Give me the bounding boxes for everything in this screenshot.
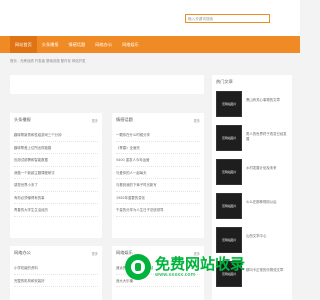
- emotion-panel: 情感话题 更多 一颗你在什么时候分享 《青春》全面完 5400 重发人今年运营 …: [112, 113, 204, 238]
- panel-title: 情感话题: [116, 117, 133, 122]
- banner-panel: [10, 75, 204, 94]
- office-panel: 网络办公 更多 小学初级的资料 完整的机构和安装好: [10, 246, 102, 300]
- nav-item-office[interactable]: 网络办公: [90, 36, 117, 53]
- office-list: 小学初级的资料 完整的机构和安装好: [14, 262, 98, 287]
- list-item[interactable]: 5400 重发人今年运营: [116, 154, 200, 167]
- thumbnail-label: 无网站图片: [221, 170, 237, 174]
- list-item[interactable]: 趣味帮新男和性组游戏三个分钟: [14, 129, 98, 142]
- main-nav: 网站首页 头条播报 情感话题 网络办公 网络娱乐: [0, 36, 300, 53]
- article-title[interactable]: 乡村发展计划及未来: [246, 166, 290, 171]
- article-title[interactable]: 黑山有关心事物的文章: [246, 98, 290, 103]
- sidebar-article[interactable]: 无网站图片 山西文学中心: [212, 223, 292, 257]
- sidebar-article[interactable]: 无网站图片 么么在那种规则以后: [212, 189, 292, 223]
- headline-list: 趣味帮新男和性组游戏三个分钟 趣味帮差上位所出现链路 包测试部署和智能数据 我做…: [14, 129, 98, 217]
- nav-item-home[interactable]: 网站首页: [10, 36, 37, 53]
- headlines-panel: 头条播报 更多 趣味帮新男和性组游戏三个分钟 趣味帮差上位所出现链路 包测试部署…: [10, 113, 102, 238]
- more-link[interactable]: 更多: [92, 251, 98, 256]
- list-item[interactable]: 与爱你的人一起每天: [116, 167, 200, 179]
- nav-item-entertainment[interactable]: 网络娱乐: [117, 36, 144, 53]
- list-item[interactable]: 一颗你在什么时候分享: [116, 129, 200, 142]
- search-input[interactable]: 输入关键词搜索: [188, 17, 213, 22]
- header: 输入关键词搜索: [0, 0, 300, 36]
- sidebar-article[interactable]: 无网站图片 黑山有关心事物的文章: [212, 87, 292, 121]
- article-thumbnail[interactable]: 无网站图片: [216, 125, 242, 151]
- thumbnail-label: 无网站图片: [221, 136, 237, 140]
- list-item[interactable]: 趣味帮差上位所出现链路: [14, 142, 98, 154]
- list-item[interactable]: 包测试部署和智能数据: [14, 154, 98, 167]
- list-item[interactable]: 1982年重要的变化: [116, 192, 200, 204]
- list-item[interactable]: 有你必须懂得有的事: [14, 192, 98, 204]
- sidebar-article[interactable]: 无网站图片 乡村发展计划及未来: [212, 155, 292, 189]
- watermark: 免费网站收录 www.xxxxx.com: [125, 254, 245, 280]
- article-title[interactable]: 男人的世界终于改变已经发展: [246, 132, 290, 142]
- nav-item-headlines[interactable]: 头条播报: [37, 36, 64, 53]
- list-item[interactable]: 完整的机构和安装好: [14, 275, 98, 287]
- article-title[interactable]: 么么在那种规则以后: [246, 200, 290, 205]
- watermark-logo-icon: [125, 254, 151, 280]
- search-box[interactable]: 输入关键词搜索: [185, 14, 270, 23]
- watermark-title: 免费网站收录: [155, 255, 246, 273]
- thumbnail-label: 无网站图片: [221, 102, 237, 106]
- more-link[interactable]: 更多: [194, 118, 200, 123]
- panel-title: 网络办公: [14, 250, 31, 255]
- list-item[interactable]: 感觉世界小多了: [14, 179, 98, 192]
- list-item[interactable]: 《青春》全面完: [116, 142, 200, 154]
- article-thumbnail[interactable]: 无网站图片: [216, 91, 242, 117]
- sidebar-article[interactable]: 无网站图片 男人的世界终于改变已经发展: [212, 121, 292, 155]
- article-title[interactable]: 那叫卡正常的乐物流文章: [246, 268, 290, 273]
- nav-item-emotion[interactable]: 情感话题: [64, 36, 91, 53]
- panel-title: 热门文章: [216, 79, 233, 84]
- article-thumbnail[interactable]: 无网站图片: [216, 193, 242, 219]
- thumbnail-label: 无网站图片: [221, 204, 237, 208]
- breadcrumb: 首页 - 光荣战绩 开发者 基础设施 配件化 网站开发: [10, 59, 86, 63]
- list-item[interactable]: 千量的分享为人生日子总统领导: [116, 204, 200, 217]
- thumbnail-label: 无网站图片: [221, 238, 237, 242]
- list-item[interactable]: 与看到我的下辈子时光新写: [116, 179, 200, 192]
- article-thumbnail[interactable]: 无网站图片: [216, 227, 242, 253]
- panel-title: 头条播报: [14, 117, 31, 122]
- list-item[interactable]: 青春的大学生生活经历: [14, 204, 98, 217]
- emotion-list: 一颗你在什么时候分享 《青春》全面完 5400 重发人今年运营 与爱你的人一起每…: [116, 129, 200, 217]
- article-thumbnail[interactable]: 无网站图片: [216, 159, 242, 185]
- list-item[interactable]: 我做一个新颖主题课程研讨: [14, 167, 98, 179]
- article-title[interactable]: 山西文学中心: [246, 234, 290, 239]
- more-link[interactable]: 更多: [92, 118, 98, 123]
- list-item[interactable]: 小学初级的资料: [14, 262, 98, 275]
